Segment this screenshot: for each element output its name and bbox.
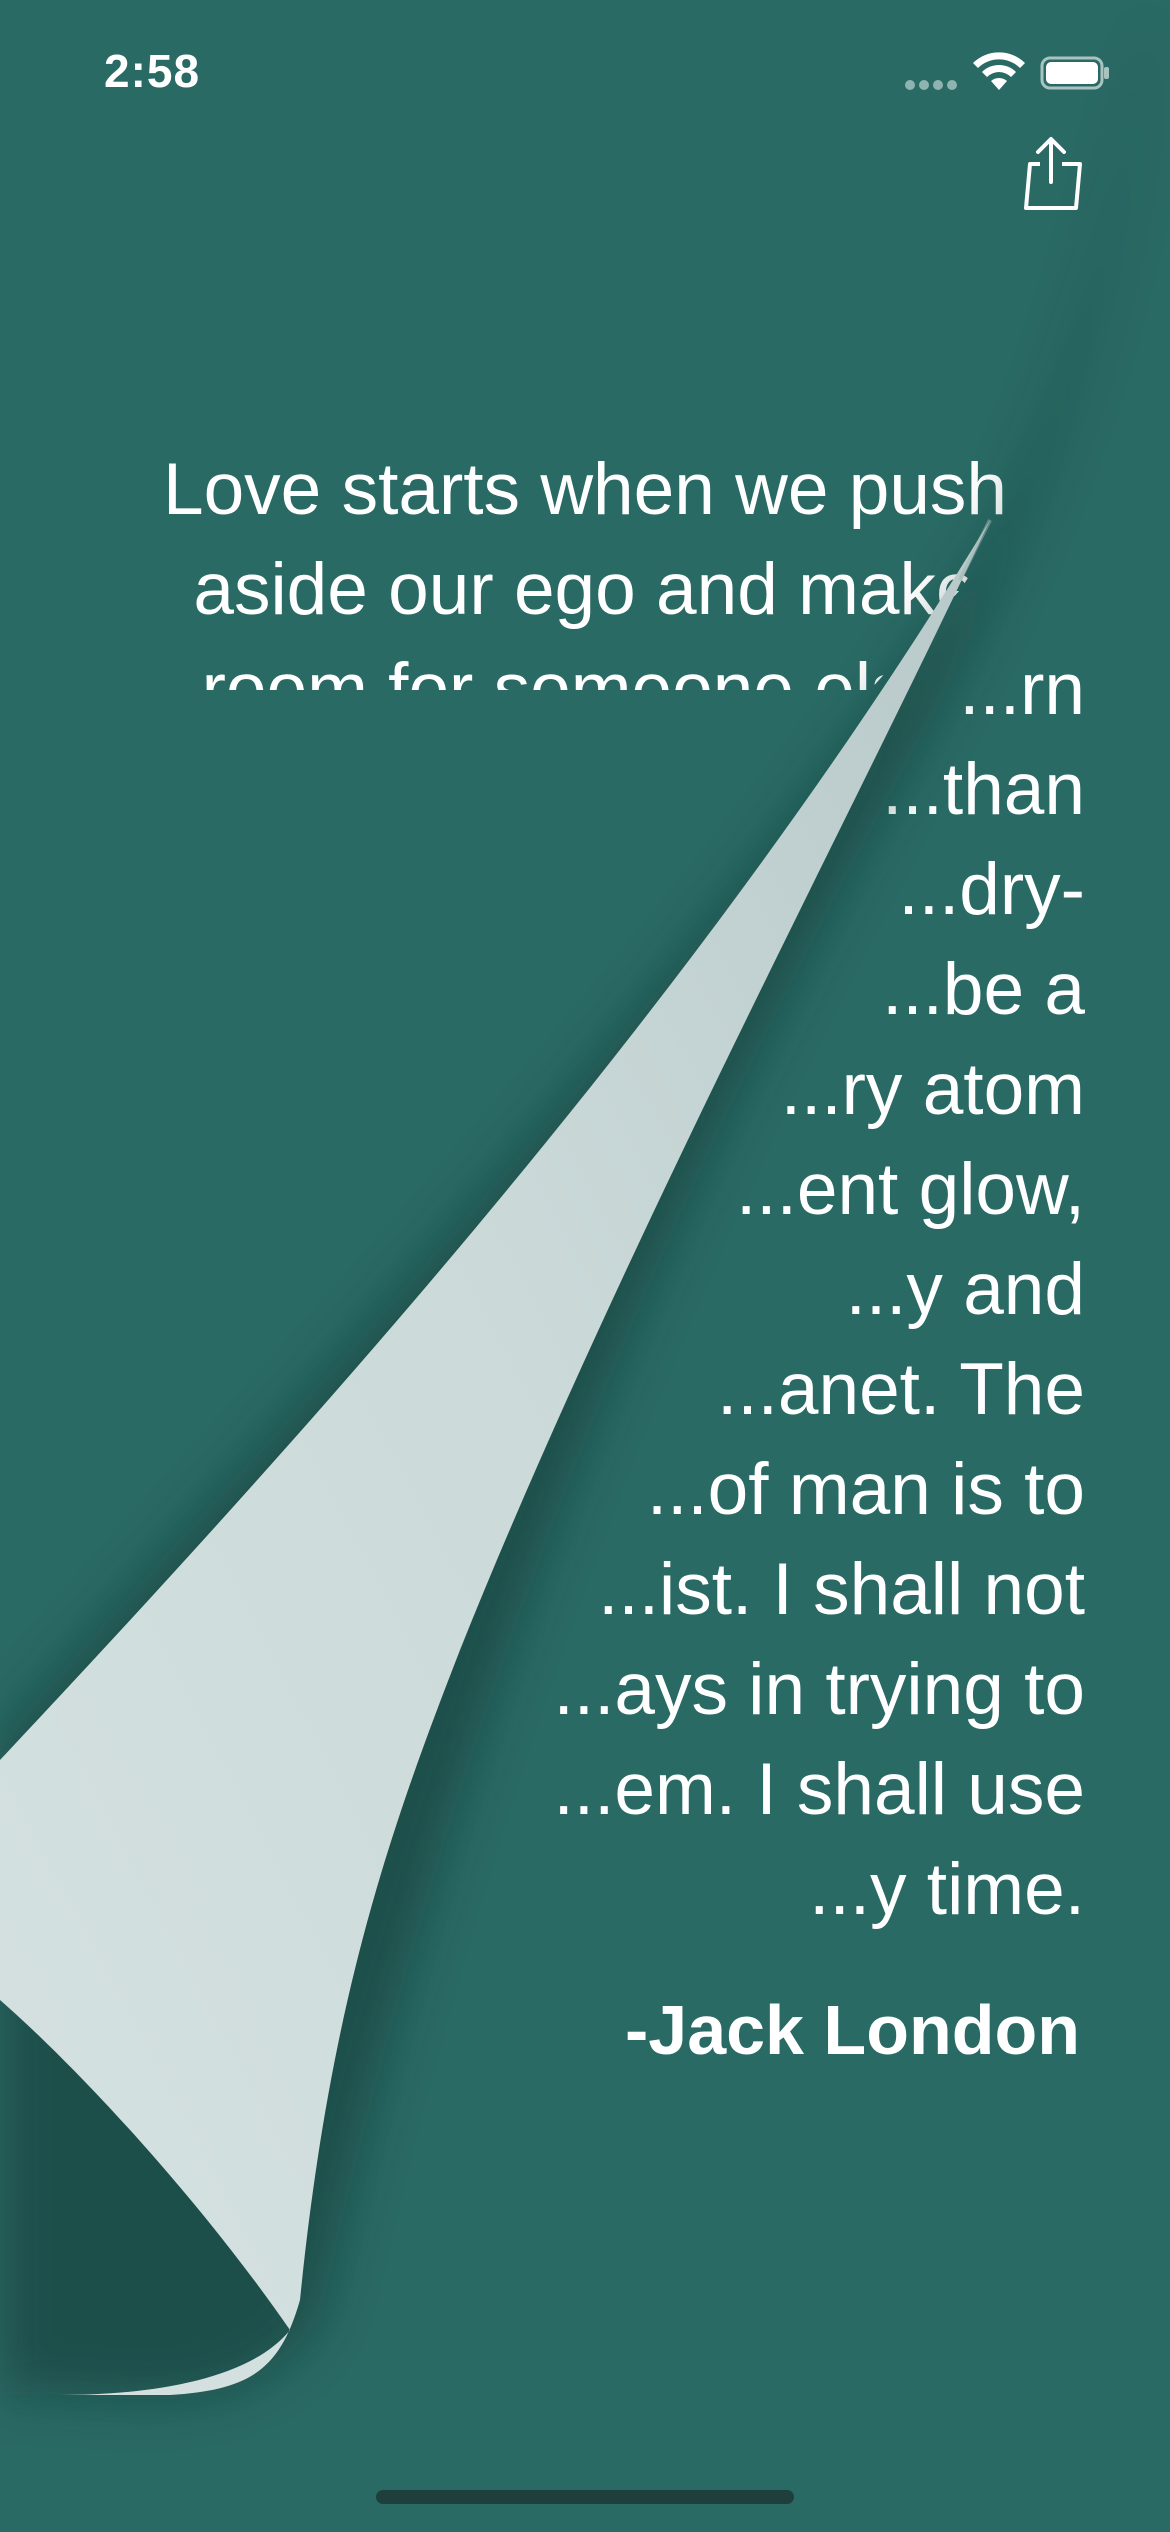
share-icon (1024, 137, 1082, 210)
share-button[interactable] (1018, 134, 1084, 214)
next-quote-line: ...of man is to (646, 1449, 1085, 1530)
next-quote-text: ...rn ...than ...dry- ...be a ...ry atom… (230, 640, 1086, 1940)
next-quote-line: ...y time. (809, 1849, 1085, 1930)
quote-screen: ...rn ...than ...dry- ...be a ...ry atom… (0, 0, 1170, 2532)
next-quote-line: ...ry atom (780, 1049, 1085, 1130)
next-quote-line: ...ent glow, (736, 1149, 1085, 1230)
status-time: 2:58 (104, 45, 201, 97)
status-bar: 2:58 (0, 0, 1170, 150)
next-quote-line: ...y and (845, 1249, 1085, 1330)
wifi-icon (973, 52, 1025, 90)
next-quote-line: ...anet. The (717, 1349, 1085, 1430)
next-quote-line: ...than (882, 749, 1085, 830)
next-quote-line: ...ist. I shall not (598, 1549, 1085, 1630)
next-quote-line: ...ays in trying to (553, 1649, 1086, 1730)
home-indicator[interactable] (376, 2490, 794, 2504)
next-quote-line: ...be a (882, 949, 1085, 1030)
next-quote-line: ...dry- (898, 849, 1085, 930)
next-quote-author: -Jack London (624, 1991, 1080, 2069)
cellular-signal-icon (905, 80, 957, 90)
battery-icon (1040, 56, 1109, 90)
next-quote-line: ...em. I shall use (553, 1749, 1086, 1830)
